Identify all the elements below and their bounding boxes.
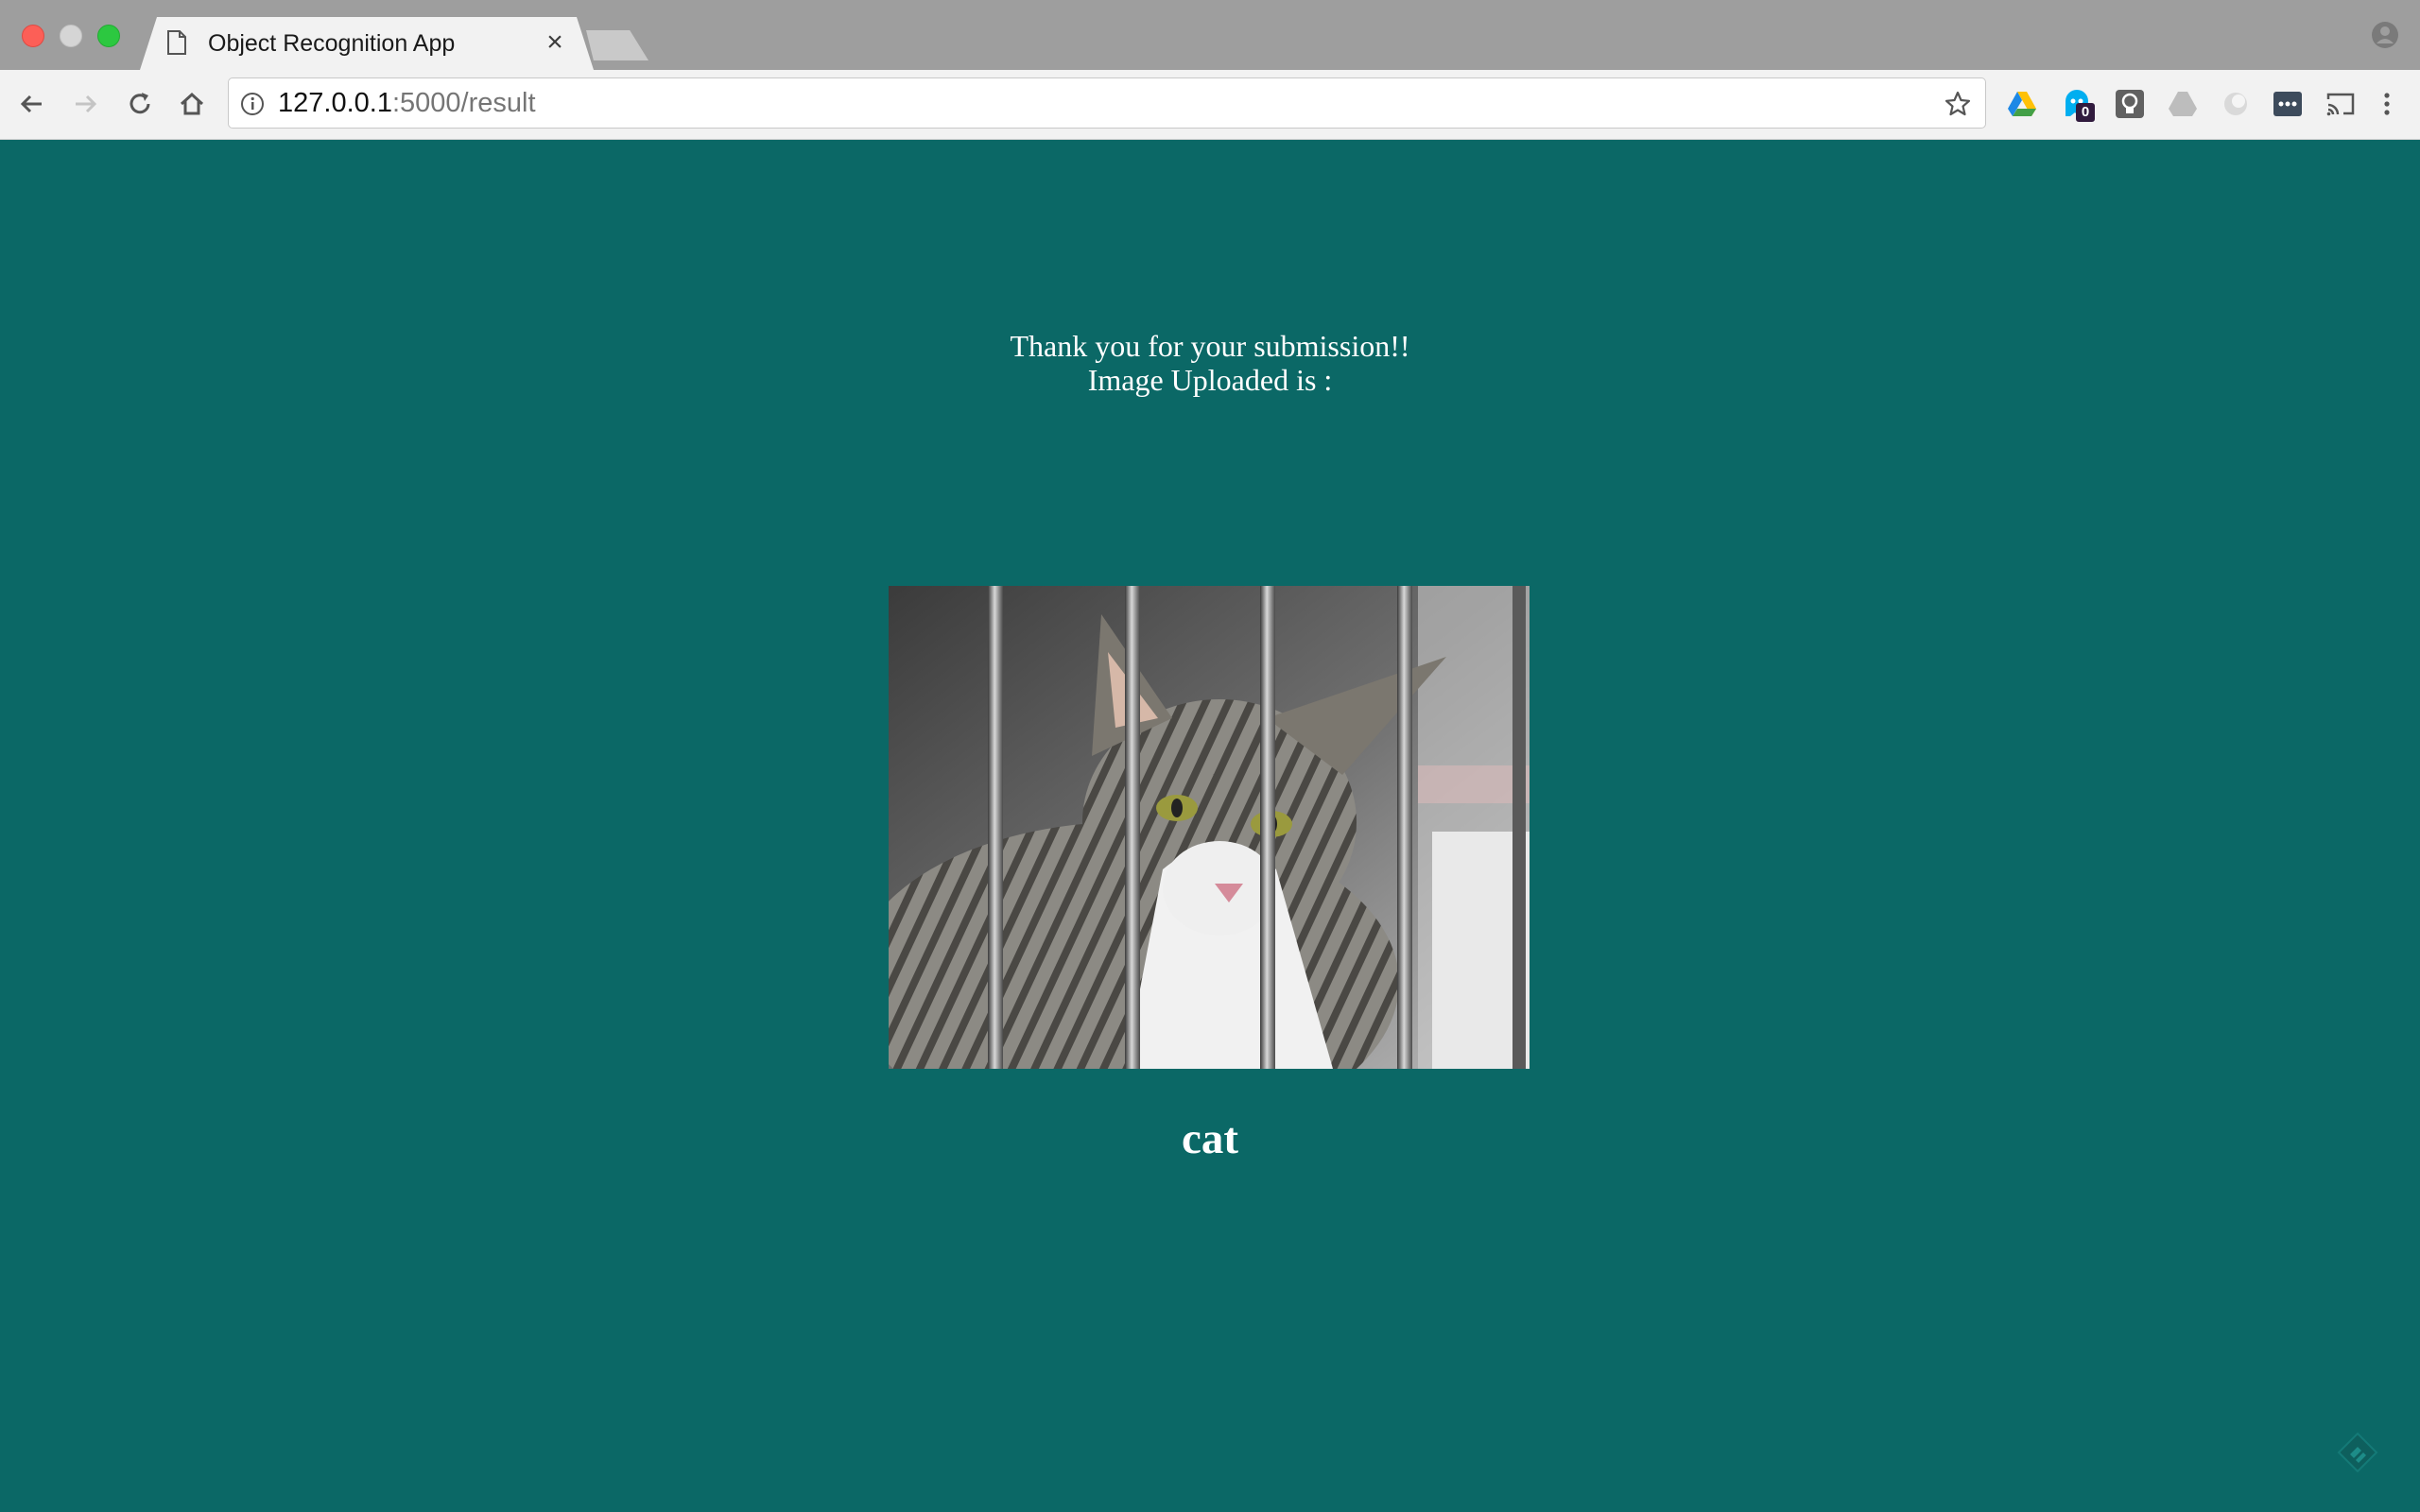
page-icon xyxy=(166,30,187,55)
back-arrow-icon[interactable] xyxy=(15,87,49,121)
feedly-icon[interactable] xyxy=(2335,1430,2380,1475)
tab-strip: Object Recognition App × xyxy=(0,0,2420,70)
tab-title: Object Recognition App xyxy=(208,30,456,57)
menu-icon[interactable] xyxy=(2371,88,2403,120)
home-icon[interactable] xyxy=(175,87,209,121)
thank-you-message: Thank you for your submission!! xyxy=(1010,329,1410,363)
close-window-button[interactable] xyxy=(22,25,44,47)
ghostery-badge: 0 xyxy=(2076,103,2095,122)
url-path: :5000/result xyxy=(391,88,536,118)
cast-icon[interactable] xyxy=(2325,88,2357,120)
browser-toolbar: 127.0.0.1:5000/result 0 xyxy=(0,70,2420,140)
ghostery-icon[interactable]: 0 xyxy=(2061,88,2095,122)
minimize-window-button[interactable] xyxy=(60,25,82,47)
google-drive-icon[interactable] xyxy=(2006,88,2038,120)
bookmark-star-icon[interactable] xyxy=(1944,90,1972,118)
info-icon[interactable] xyxy=(240,92,265,116)
uploaded-cat-image xyxy=(889,586,1530,1069)
new-tab-button[interactable] xyxy=(586,30,648,60)
prediction-label: cat xyxy=(1181,1114,1238,1163)
profile-icon[interactable] xyxy=(2371,21,2399,49)
url-text[interactable]: 127.0.0.1:5000/result xyxy=(278,78,536,128)
lastpass-icon[interactable] xyxy=(2272,88,2304,120)
url-host: 127.0.0.1 xyxy=(278,88,392,118)
image-uploaded-label: Image Uploaded is : xyxy=(1087,363,1333,397)
page-content: Thank you for your submission!! Image Up… xyxy=(0,140,2420,1512)
browser-window: Object Recognition App × 127.0.0.1:5000/… xyxy=(0,0,2420,1512)
close-icon[interactable]: × xyxy=(543,31,567,56)
circle-extension-icon[interactable] xyxy=(2220,88,2252,120)
maximize-window-button[interactable] xyxy=(97,25,120,47)
reload-icon[interactable] xyxy=(123,87,157,121)
forward-arrow-icon[interactable] xyxy=(68,87,102,121)
drive-grey-icon[interactable] xyxy=(2167,88,2199,120)
tab-object-recognition[interactable]: Object Recognition App × xyxy=(140,17,594,70)
address-bar[interactable]: 127.0.0.1:5000/result xyxy=(228,77,1986,129)
lightbulb-icon[interactable] xyxy=(2114,88,2146,120)
